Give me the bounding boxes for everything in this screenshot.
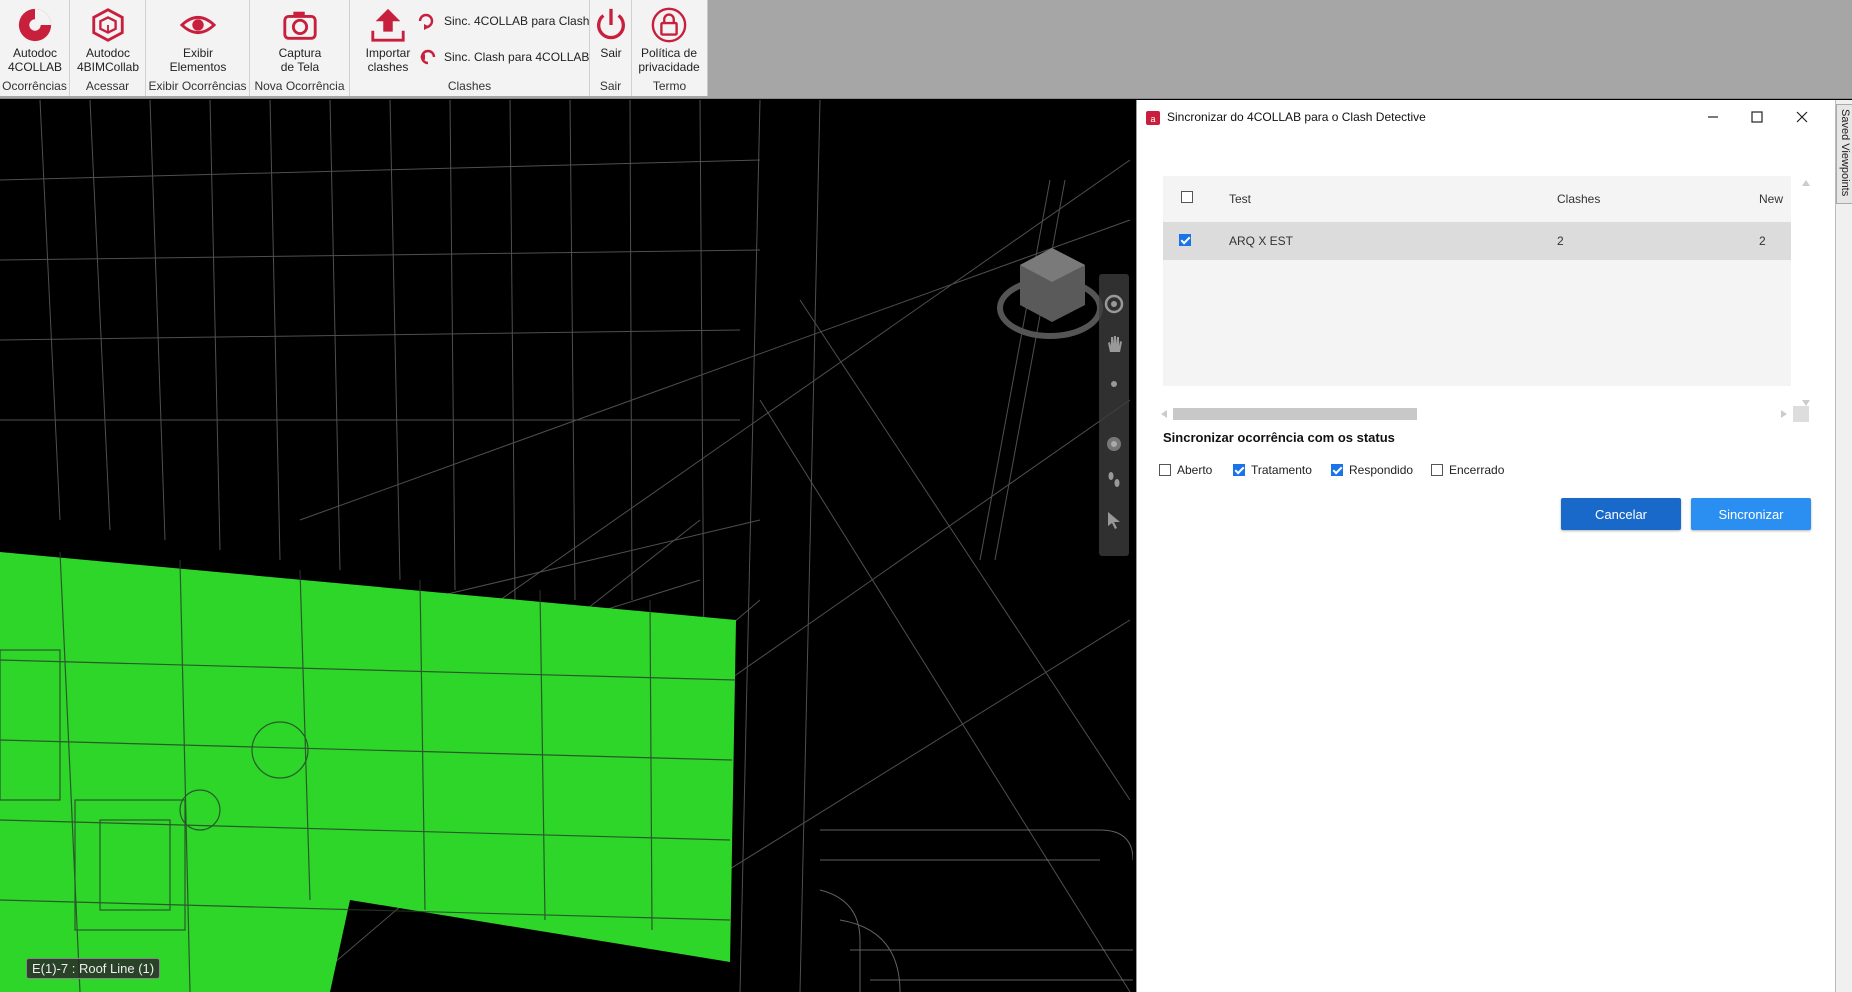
element-status-tag: E(1)-7 : Roof Line (1) xyxy=(26,958,161,979)
captura-de-tela-label: Captura de Tela xyxy=(278,46,322,74)
autodoc-4collab-label: Autodoc 4COLLAB xyxy=(7,46,63,74)
exibir-elementos-button[interactable]: Exibir Elementos xyxy=(163,4,233,74)
importar-clashes-button[interactable]: Importar clashes xyxy=(353,4,423,74)
group-nova-ocorrencia: Captura de Tela Nova Ocorrência xyxy=(250,0,350,96)
status-tratamento[interactable]: Tratamento xyxy=(1233,462,1312,478)
sync-dialog: a Sincronizar do 4COLLAB para o Clash De… xyxy=(1136,100,1836,992)
group-label-acessar: Acessar xyxy=(85,79,130,93)
status-aberto-checkbox[interactable] xyxy=(1159,464,1171,476)
lock-icon xyxy=(651,7,687,43)
group-label-clashes: Clashes xyxy=(447,79,492,93)
navigation-bar xyxy=(1099,274,1129,556)
row-test: ARQ X EST xyxy=(1229,234,1294,248)
group-acessar: Autodoc 4BIMCollab Acessar xyxy=(70,0,146,96)
autodoc-logo-icon xyxy=(18,8,52,42)
group-label-sair: Sair xyxy=(599,79,622,93)
camera-icon xyxy=(283,11,317,40)
sync-status-title: Sincronizar ocorrência com os status xyxy=(1163,430,1395,445)
horizontal-scroll-thumb[interactable] xyxy=(1173,408,1417,420)
right-dock: Saved Viewpoints xyxy=(1835,100,1852,992)
group-label-termo: Termo xyxy=(652,79,687,93)
politica-privacidade-button[interactable]: Política de privacidade xyxy=(634,4,704,74)
status-encerrado-checkbox[interactable] xyxy=(1431,464,1443,476)
row-clashes: 2 xyxy=(1557,234,1564,248)
group-termo: Política de privacidade Termo xyxy=(632,0,707,96)
ribbon-panel: Autodoc 4COLLAB Ocorrências Autodoc 4BIM… xyxy=(0,0,708,96)
row-checkbox[interactable] xyxy=(1179,234,1191,246)
scroll-up-icon[interactable] xyxy=(1801,178,1811,188)
cube-icon xyxy=(92,8,124,42)
autodoc-4collab-button[interactable]: Autodoc 4COLLAB xyxy=(0,4,70,74)
autodoc-4bimcollab-label: Autodoc 4BIMCollab xyxy=(76,46,140,74)
sinc-4collab-para-clash-button[interactable]: Sinc. 4COLLAB para Clash xyxy=(416,10,596,32)
ribbon: Autodoc 4COLLAB Ocorrências Autodoc 4BIM… xyxy=(0,0,1852,99)
importar-clashes-label: Importar clashes xyxy=(365,46,411,74)
group-label-ocorrencias: Ocorrências xyxy=(2,79,67,93)
scroll-right-icon[interactable] xyxy=(1779,409,1789,419)
select-cursor-icon[interactable] xyxy=(1104,510,1124,530)
maximize-icon[interactable] xyxy=(1745,107,1769,127)
status-encerrado-label: Encerrado xyxy=(1449,463,1505,477)
status-encerrado[interactable]: Encerrado xyxy=(1431,462,1504,478)
group-exibir-ocorrencias: Exibir Elementos Exibir Ocorrências xyxy=(146,0,250,96)
col-test-header: Test xyxy=(1229,192,1252,206)
eye-icon xyxy=(179,15,217,35)
vertical-scrollbar[interactable] xyxy=(1799,176,1813,406)
floor-slab xyxy=(0,552,736,992)
status-respondido[interactable]: Respondido xyxy=(1331,462,1413,478)
status-tratamento-checkbox[interactable] xyxy=(1233,464,1245,476)
sinc-clash-para-4collab-label: Sinc. Clash para 4COLLAB xyxy=(444,50,590,64)
group-ocorrencias: Autodoc 4COLLAB Ocorrências xyxy=(0,0,70,96)
walk-icon[interactable] xyxy=(1104,470,1124,490)
captura-de-tela-button[interactable]: Captura de Tela xyxy=(265,4,335,74)
status-tratamento-label: Tratamento xyxy=(1251,463,1312,477)
group-label-exibir: Exibir Ocorrências xyxy=(148,79,247,93)
upload-icon xyxy=(371,8,405,42)
exibir-elementos-label: Exibir Elementos xyxy=(169,46,227,74)
grid-header: Test Clashes New xyxy=(1163,176,1791,220)
pan-hand-icon[interactable] xyxy=(1104,334,1124,354)
tests-grid: Test Clashes New ARQ X EST 2 2 xyxy=(1163,176,1810,406)
scroll-left-icon[interactable] xyxy=(1159,409,1169,419)
steering-wheel-icon[interactable] xyxy=(1104,294,1124,314)
horizontal-scrollbar[interactable] xyxy=(1159,406,1809,422)
svg-text:a: a xyxy=(1150,114,1155,124)
saved-viewpoints-label: Saved Viewpoints xyxy=(1839,109,1851,197)
select-all-checkbox[interactable] xyxy=(1181,191,1193,203)
col-new-header: New xyxy=(1759,192,1784,206)
app-logo-icon: a xyxy=(1146,111,1160,125)
row-new: 2 xyxy=(1759,234,1766,248)
col-clashes-header: Clashes xyxy=(1557,192,1601,206)
dialog-title: Sincronizar do 4COLLAB para o Clash Dete… xyxy=(1167,110,1426,124)
status-respondido-checkbox[interactable] xyxy=(1331,464,1343,476)
sync-icon xyxy=(418,13,434,30)
cancel-button[interactable]: Cancelar xyxy=(1561,498,1681,530)
group-clashes: Importar clashes Sinc. 4COLLAB para Clas… xyxy=(350,0,590,96)
sync-reverse-icon xyxy=(420,49,436,65)
sinc-4collab-para-clash-label: Sinc. 4COLLAB para Clash xyxy=(444,14,590,28)
minimize-icon[interactable] xyxy=(1701,107,1725,127)
wireframe-model xyxy=(0,100,1133,992)
scrollbar-corner xyxy=(1793,406,1809,422)
power-icon xyxy=(597,8,625,40)
sync-button[interactable]: Sincronizar xyxy=(1691,498,1811,530)
dialog-titlebar: a Sincronizar do 4COLLAB para o Clash De… xyxy=(1137,100,1836,134)
close-icon[interactable] xyxy=(1790,107,1814,127)
status-respondido-label: Respondido xyxy=(1349,463,1414,477)
saved-viewpoints-tab[interactable]: Saved Viewpoints xyxy=(1836,104,1852,204)
zoom-icon[interactable] xyxy=(1104,374,1124,394)
group-label-nova: Nova Ocorrência xyxy=(254,79,345,93)
3d-viewport[interactable]: E(1)-7 : Roof Line (1) xyxy=(0,100,1133,992)
table-row[interactable]: ARQ X EST 2 2 xyxy=(1163,222,1791,260)
group-sair: Sair Sair xyxy=(590,0,632,96)
politica-privacidade-label: Política de privacidade xyxy=(638,46,700,74)
autodoc-4bimcollab-button[interactable]: Autodoc 4BIMCollab xyxy=(73,4,143,74)
status-aberto[interactable]: Aberto xyxy=(1159,462,1212,478)
status-aberto-label: Aberto xyxy=(1177,463,1213,477)
sinc-clash-para-4collab-button[interactable]: Sinc. Clash para 4COLLAB xyxy=(416,46,596,68)
look-icon[interactable] xyxy=(1104,434,1124,454)
